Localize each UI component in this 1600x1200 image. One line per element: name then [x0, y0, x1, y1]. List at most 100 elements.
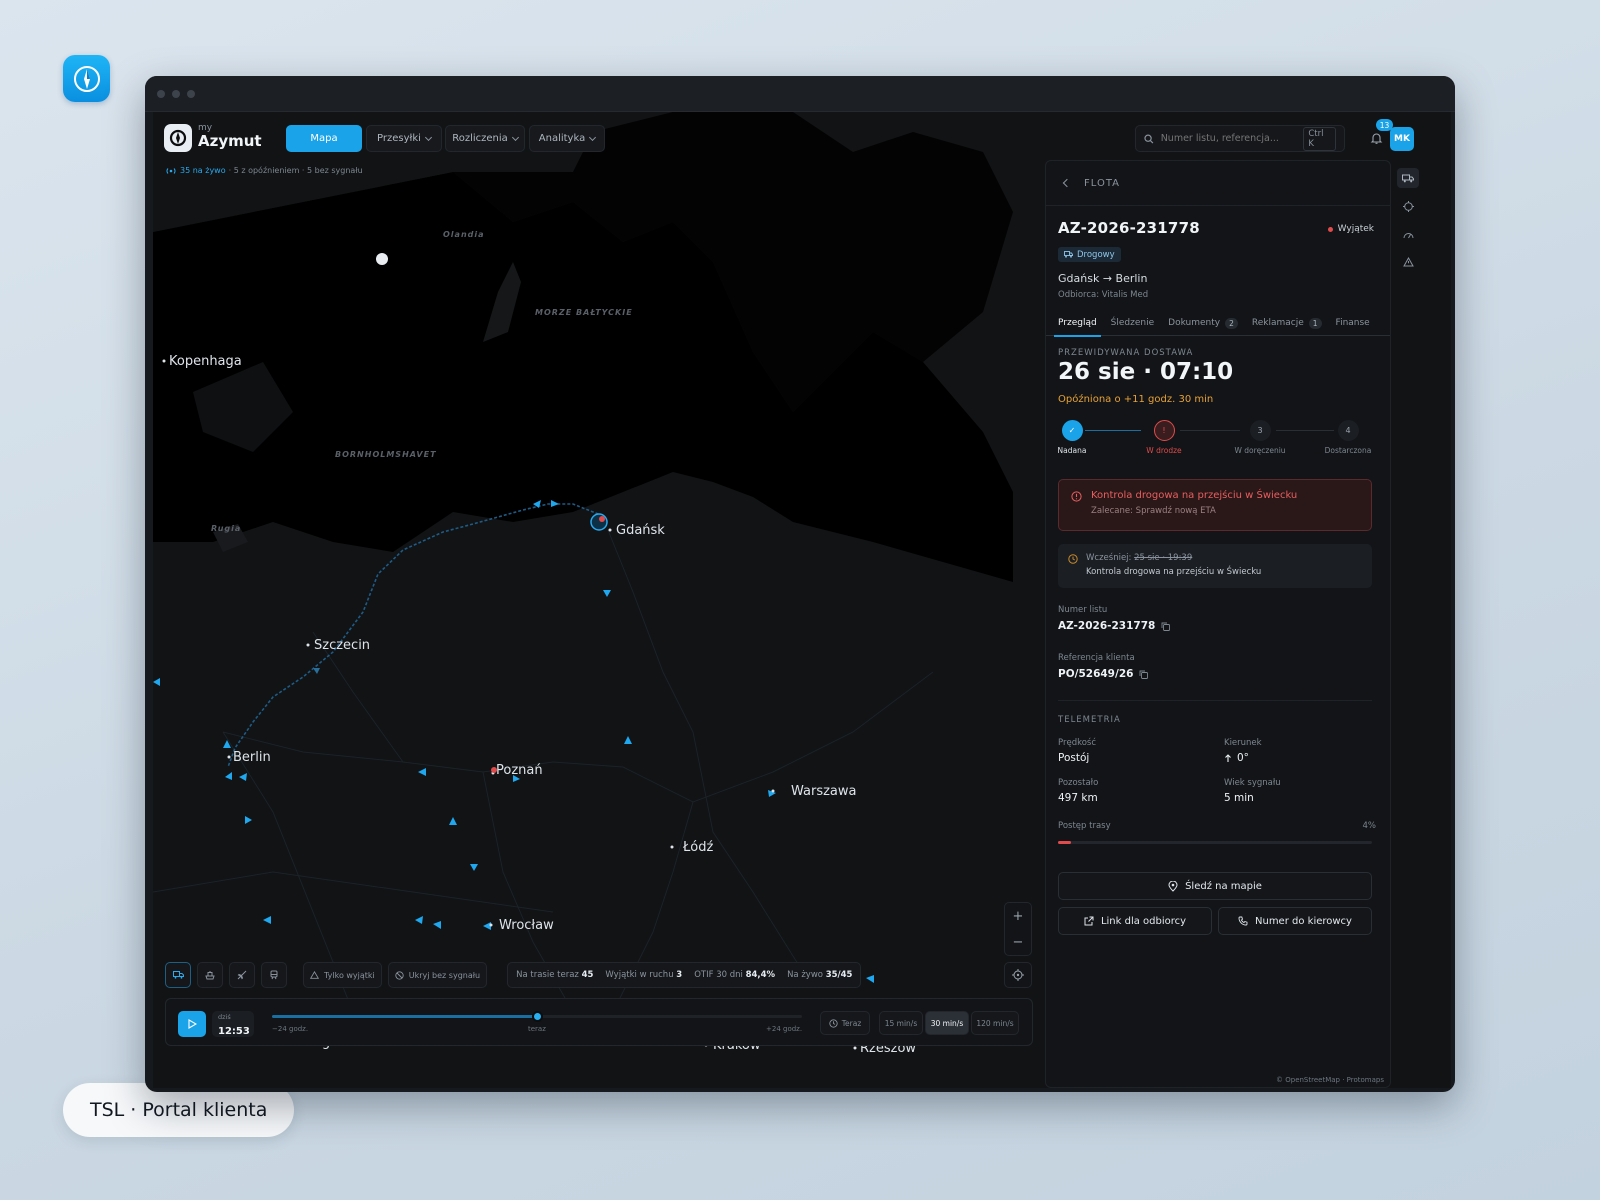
- tab-complaints-label: Reklamacje: [1251, 318, 1304, 328]
- status-stepper: ✓ Nadana ! W drodze 3 W doręczeniu 4 Dos…: [1058, 420, 1378, 460]
- remaining-label: Pozostało: [1058, 778, 1099, 788]
- city-label: Gdańsk: [616, 523, 665, 538]
- tab-finance-label: Finanse: [1335, 318, 1370, 328]
- stat-otif: OTIF 30 dni 84,4%: [694, 970, 775, 980]
- window-dot[interactable]: [172, 89, 180, 98]
- speed-120-button[interactable]: 120 min/s: [971, 1011, 1019, 1035]
- tab-documents[interactable]: Dokumenty 2: [1168, 311, 1238, 336]
- signal-age-label: Wiek sygnału: [1224, 778, 1281, 788]
- timeline-clock: 12:53: [218, 1025, 250, 1037]
- delay-text: Opóźniona o +11 godz. 30 min: [1058, 394, 1214, 405]
- timeline-slider-knob[interactable]: [532, 1011, 543, 1022]
- hide-no-signal-label: Ukryj bez sygnału: [408, 970, 481, 980]
- zoom-in-button[interactable]: +: [1013, 909, 1024, 924]
- bell-icon: [1370, 133, 1383, 144]
- copy-icon[interactable]: [1139, 670, 1149, 679]
- city-label: Wrocław: [499, 918, 554, 933]
- search-input[interactable]: [1160, 133, 1297, 144]
- fleet-stats: Na trasie teraz 45 Wyjątki w ruchu 3 OTI…: [507, 962, 862, 988]
- hide-no-signal-toggle[interactable]: Ukryj bez sygnału: [387, 962, 488, 988]
- window-dot[interactable]: [157, 89, 165, 98]
- speed-15-button[interactable]: 15 min/s: [879, 1011, 923, 1035]
- stat-exceptions: Wyjątki w ruchu 3: [605, 970, 682, 980]
- sea-label: Olandia: [443, 230, 485, 239]
- transport-mode-label: Drogowy: [1077, 249, 1115, 260]
- status-rest: · 5 z opóźnieniem · 5 bez sygnału: [228, 166, 363, 175]
- tab-overview[interactable]: Przegląd: [1054, 311, 1101, 337]
- search-box[interactable]: Ctrl K: [1135, 125, 1345, 152]
- back-icon[interactable]: [1062, 178, 1072, 188]
- heading-label: Kierunek: [1224, 738, 1262, 748]
- eta-section-label: PRZEWIDYWANA DOSTAWA: [1058, 348, 1194, 358]
- waybill-label: Numer listu: [1058, 605, 1108, 615]
- panel-section-title: FLOTA: [1084, 177, 1121, 189]
- nav-map[interactable]: Mapa: [286, 125, 362, 152]
- speed-30-button[interactable]: 30 min/s: [925, 1011, 969, 1035]
- rail-alerts-button[interactable]: [1397, 252, 1419, 272]
- crosshair-icon: [1012, 969, 1024, 981]
- sea-label: MORZE BAŁTYCKIE: [535, 308, 633, 317]
- step-label: W drodze: [1146, 446, 1182, 455]
- progress-label: Postęp trasy: [1058, 821, 1111, 831]
- heading-field: 0°: [1224, 752, 1249, 764]
- live-count: 35 na żywo: [180, 166, 226, 175]
- route-progress-bar: [1058, 841, 1372, 844]
- panel-header: FLOTA: [1046, 161, 1390, 206]
- city-label: Poznań: [496, 763, 543, 778]
- track-on-map-button[interactable]: Śledź na mapie: [1058, 872, 1372, 900]
- warning-triangle-icon: [310, 971, 319, 979]
- rail-speed-button[interactable]: [1397, 224, 1419, 244]
- timeline-now-label: teraz: [528, 1025, 546, 1033]
- stat-value: 35/45: [825, 970, 853, 980]
- logo-wordmark: my Azymut: [198, 124, 262, 149]
- filter-air-button[interactable]: [229, 962, 255, 988]
- filter-sea-button[interactable]: [197, 962, 223, 988]
- app-screen: Kopenhaga Gdańsk Szczecin Berlin Poznań …: [153, 112, 1451, 1088]
- tab-finance[interactable]: Finanse: [1336, 311, 1370, 336]
- step-label: Dostarczona: [1324, 446, 1372, 455]
- search-icon: [1144, 134, 1154, 143]
- exceptions-only-toggle[interactable]: Tylko wyjątki: [303, 962, 382, 988]
- sea-label: Rugia: [211, 524, 242, 533]
- filter-rail-button[interactable]: [261, 962, 287, 988]
- tab-complaints[interactable]: Reklamacje 1: [1252, 311, 1322, 336]
- zoom-out-button[interactable]: −: [1013, 935, 1024, 950]
- nav-settlements[interactable]: Rozliczenia: [445, 125, 525, 152]
- timeline-time: dziś 12:53: [212, 1011, 254, 1037]
- driver-phone-button[interactable]: Numer do kierowcy: [1218, 907, 1372, 935]
- window-dot[interactable]: [187, 89, 195, 98]
- step-in-transit: ! W drodze: [1134, 420, 1194, 455]
- truck-icon: [1064, 251, 1073, 258]
- speed-option-label: 120 min/s: [976, 1018, 1014, 1028]
- recipient-text: Odbiorca: Vitalis Med: [1058, 290, 1149, 300]
- recipient-link-button[interactable]: Link dla odbiorcy: [1058, 907, 1212, 935]
- warning-triangle-icon: [1402, 257, 1414, 267]
- stat-label: Na trasie teraz: [516, 970, 579, 980]
- copy-icon[interactable]: [1161, 622, 1171, 631]
- rail-locate-button[interactable]: [1397, 196, 1419, 216]
- timeline-start-label: −24 godz.: [272, 1025, 309, 1033]
- app-logo-icon: [63, 55, 110, 102]
- nav-shipments[interactable]: Przesyłki: [366, 125, 442, 152]
- top-bar: my Azymut Mapa Przesyłki Rozliczenia Ana…: [153, 112, 1451, 160]
- avatar[interactable]: MK: [1390, 127, 1414, 151]
- exceptions-only-label: Tylko wyjątki: [324, 970, 375, 980]
- step-out-for-delivery: 3 W doręczeniu: [1230, 420, 1290, 455]
- nav-analytics[interactable]: Analityka: [529, 125, 605, 152]
- rail-fleet-button[interactable]: [1397, 168, 1419, 188]
- timeline-slider[interactable]: [272, 1011, 802, 1022]
- waybill-value: AZ-2026-231778: [1058, 620, 1156, 632]
- filter-road-button[interactable]: [165, 962, 191, 988]
- previous-text: Kontrola drogowa na przejściu w Świecku: [1086, 567, 1262, 577]
- shipment-panel: FLOTA AZ-2026-231778 Wyjątek Drogowy Gda…: [1045, 160, 1391, 1088]
- telemetry-title: TELEMETRIA: [1058, 715, 1121, 725]
- tab-tracking[interactable]: Śledzenie: [1111, 311, 1154, 336]
- play-button[interactable]: [178, 1011, 206, 1037]
- jump-to-now-button[interactable]: Teraz: [820, 1011, 870, 1035]
- azymut-logo-icon[interactable]: [164, 124, 192, 152]
- stat-live: Na żywo 35/45: [787, 970, 852, 980]
- nav-settlements-label: Rozliczenia: [452, 133, 508, 144]
- recenter-button[interactable]: [1004, 962, 1032, 988]
- waybill-field: AZ-2026-231778: [1058, 620, 1171, 632]
- chevron-down-icon: [511, 133, 519, 141]
